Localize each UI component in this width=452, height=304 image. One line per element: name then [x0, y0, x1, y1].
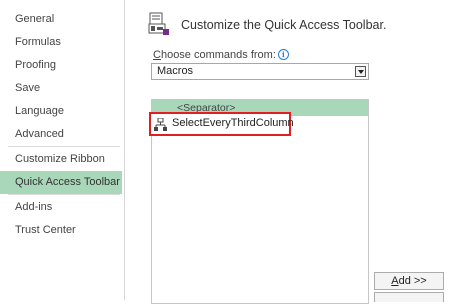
sidebar-item-trust-center[interactable]: Trust Center [0, 219, 122, 242]
info-icon[interactable]: i [277, 49, 289, 60]
sidebar-divider [8, 194, 120, 195]
choose-commands-value: Macros [157, 65, 194, 77]
choose-commands-label: Choose commands from: i [153, 49, 289, 61]
sidebar-item-general[interactable]: General [0, 8, 122, 31]
page-title: Customize the Quick Access Toolbar. [181, 18, 387, 32]
main-panel: Customize the Quick Access Toolbar. Choo… [125, 0, 452, 304]
add-button-label: dd >> [398, 275, 427, 287]
options-sidebar: General Formulas Proofing Save Language … [0, 0, 125, 300]
add-button[interactable]: Add >> [374, 272, 444, 290]
dropdown-arrow-button[interactable] [355, 66, 366, 77]
sidebar-divider [8, 146, 120, 147]
commands-list[interactable]: <Separator> SelectEveryThirdColumn [149, 99, 369, 304]
sidebar-item-add-ins[interactable]: Add-ins [0, 196, 122, 219]
choose-commands-dropdown[interactable]: Macros [151, 63, 369, 80]
chevron-down-icon [358, 70, 364, 74]
sidebar-item-language[interactable]: Language [0, 100, 122, 123]
sidebar-item-advanced[interactable]: Advanced [0, 123, 122, 146]
sidebar-item-save[interactable]: Save [0, 77, 122, 100]
macro-label: SelectEveryThirdColumn [172, 117, 294, 129]
sidebar-item-customize-ribbon[interactable]: Customize Ribbon [0, 148, 122, 171]
sidebar-item-proofing[interactable]: Proofing [0, 54, 122, 77]
add-button-hotkey: A [391, 275, 399, 287]
choose-commands-hotkey: C [153, 49, 161, 61]
list-item-macro[interactable]: SelectEveryThirdColumn [149, 112, 294, 136]
choose-commands-label-text: hoose commands from: [160, 49, 276, 61]
sidebar-item-formulas[interactable]: Formulas [0, 31, 122, 54]
macro-icon [154, 118, 167, 131]
remove-button[interactable] [374, 292, 444, 302]
sidebar-item-quick-access-toolbar[interactable]: Quick Access Toolbar [0, 171, 122, 194]
quick-access-toolbar-icon [148, 12, 169, 35]
